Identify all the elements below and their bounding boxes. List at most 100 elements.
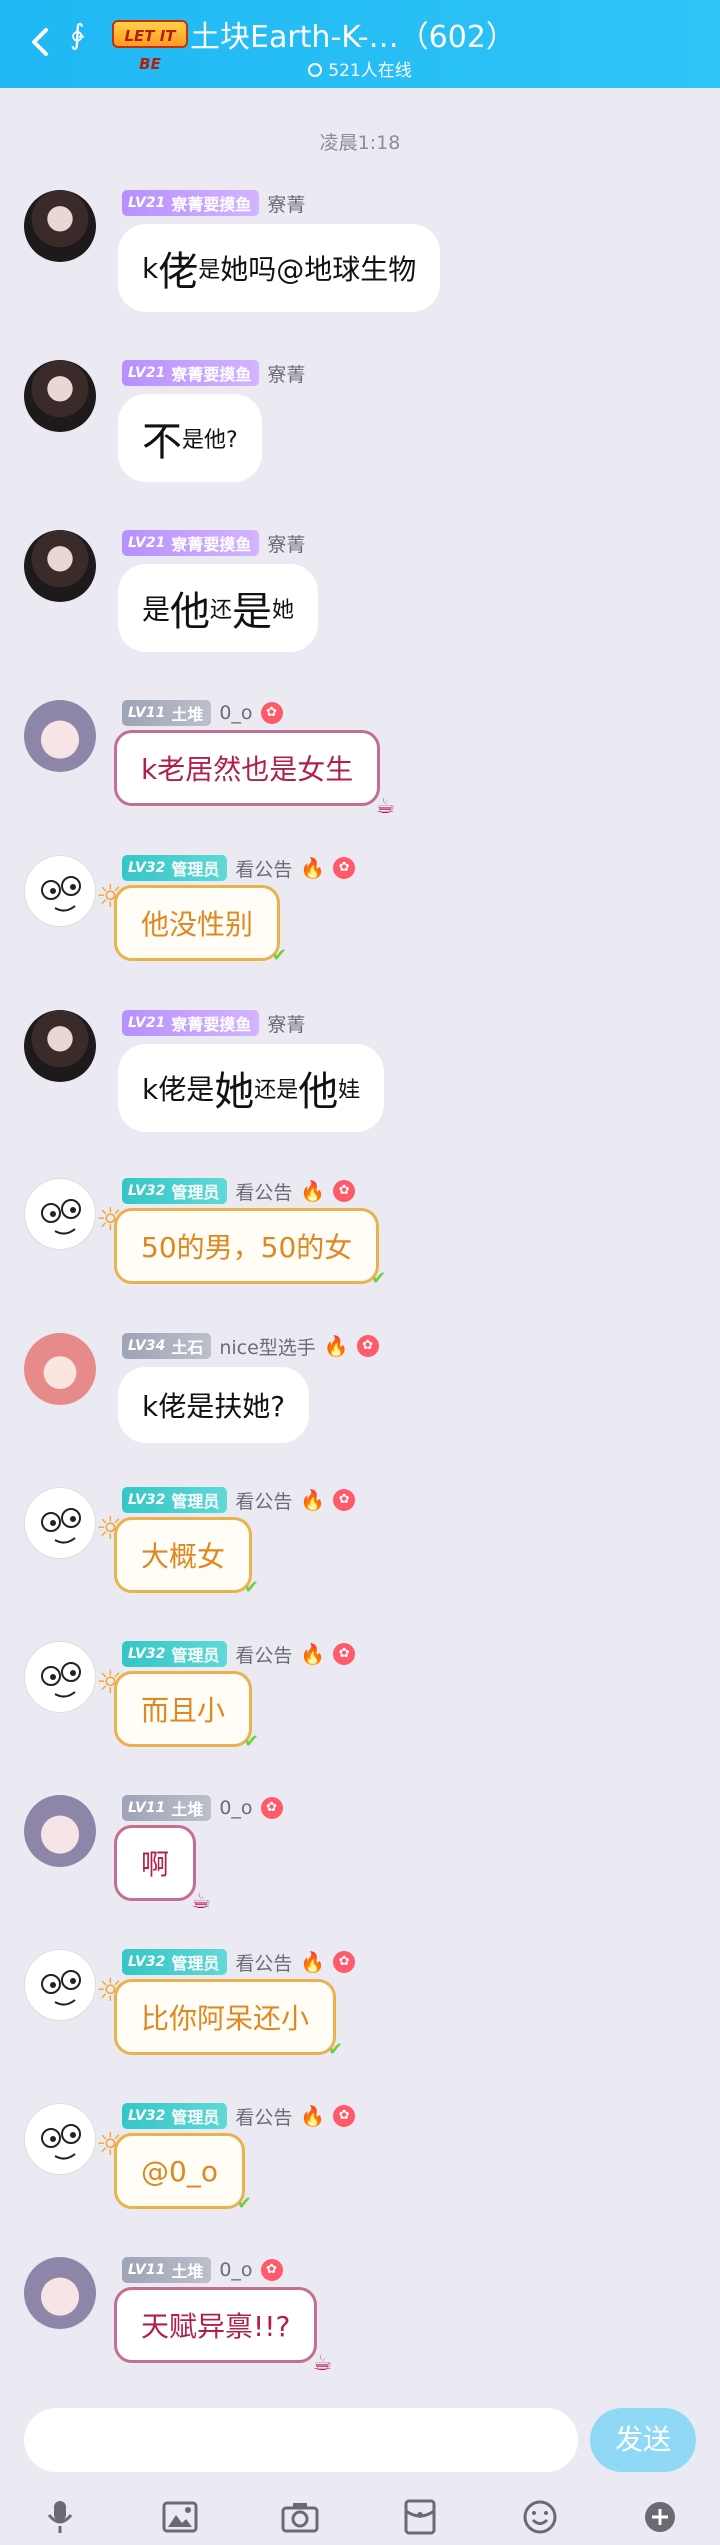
leaf-icon: ✔: [271, 945, 288, 966]
level-badge: LV34 土石: [122, 1333, 212, 1359]
sender-name[interactable]: 看公告: [235, 1487, 292, 1514]
flower-badge-icon: ✿: [260, 702, 283, 724]
level-badge: LV11 土堆: [122, 2257, 212, 2283]
sender-name[interactable]: 看公告: [235, 1949, 292, 1976]
sender-meta: LV11 土堆 0_o ✿: [122, 2257, 283, 2283]
level-badge: LV32 管理员: [122, 1641, 228, 1667]
message-bubble[interactable]: k老居然也是女生 ☕: [114, 730, 395, 819]
message-bubble[interactable]: 50的男，50的女 ✔: [114, 1208, 386, 1289]
message-bubble[interactable]: 啊 ☕: [114, 1825, 211, 1914]
leaf-icon: ✔: [371, 1268, 387, 1289]
flower-badge-icon: ✿: [333, 857, 356, 879]
teacup-icon: ☕: [191, 1889, 212, 1914]
flower-badge-icon: ✿: [260, 1797, 283, 1819]
sender-name[interactable]: 寮菁: [267, 190, 305, 217]
toolbar: [0, 2490, 720, 2544]
camera-icon[interactable]: [276, 2493, 324, 2541]
avatar[interactable]: [24, 1795, 96, 1867]
fire-icon: 🔥: [300, 1488, 326, 1512]
online-text: 521人在线: [328, 61, 412, 81]
message-bubble[interactable]: 是他还是她: [118, 564, 319, 652]
sender-name[interactable]: 看公告: [235, 1178, 292, 1205]
fire-icon: 🔥: [300, 1179, 326, 1203]
back-arrow-icon[interactable]: [22, 24, 58, 60]
group-title[interactable]: 土块Earth-K-…（602）: [190, 12, 516, 56]
avatar[interactable]: [24, 530, 96, 602]
sender-name[interactable]: 0_o: [219, 1797, 252, 1819]
avatar[interactable]: [24, 1487, 96, 1559]
level-badge: LV32 管理员: [122, 855, 228, 881]
message-bubble[interactable]: @0_o ✔: [114, 2133, 252, 2214]
fire-icon: 🔥: [300, 1950, 326, 1974]
sender-name[interactable]: 看公告: [235, 1641, 292, 1668]
flower-badge-icon: ✿: [356, 1335, 379, 1357]
mic-icon[interactable]: [36, 2493, 84, 2541]
avatar[interactable]: [24, 1010, 96, 1082]
chat-header: ∳ LET IT BE 土块Earth-K-…（602） 521人在线: [0, 0, 720, 88]
message-bubble[interactable]: 天赋异禀!!? ☕: [114, 2287, 332, 2376]
sender-name[interactable]: 看公告: [235, 2103, 292, 2130]
ear-icon[interactable]: ∳: [70, 18, 85, 51]
fire-icon: 🔥: [300, 856, 326, 880]
sender-meta: LV32 管理员 看公告 🔥 ✿: [122, 1641, 356, 1668]
timestamp: 凌晨1:18: [319, 132, 401, 154]
message-bubble[interactable]: 比你阿呆还小 ✔: [114, 1979, 343, 2060]
message-bubble[interactable]: 他没性别 ✔: [114, 885, 287, 966]
avatar[interactable]: [24, 700, 96, 772]
leaf-icon: ✔: [236, 2193, 252, 2214]
sender-name[interactable]: 寮菁: [267, 360, 305, 387]
online-count: 521人在线: [0, 56, 720, 81]
message-input[interactable]: [24, 2408, 578, 2472]
fire-icon: 🔥: [300, 2104, 326, 2128]
sender-name[interactable]: 0_o: [219, 2259, 252, 2281]
flower-badge-icon: ✿: [333, 1180, 356, 1202]
send-button[interactable]: 发送: [590, 2408, 696, 2472]
level-badge: LV32 管理员: [122, 1178, 228, 1204]
level-badge: LV32 管理员: [122, 1949, 228, 1975]
teacup-icon: ☕: [375, 794, 396, 819]
level-badge: LV21 寮菁要摸鱼: [122, 1010, 260, 1036]
sender-name[interactable]: 寮菁: [267, 530, 305, 557]
message-bubble[interactable]: k佬是她还是他娃: [118, 1044, 385, 1132]
avatar[interactable]: [24, 360, 96, 432]
avatar[interactable]: [24, 1333, 96, 1405]
sender-name[interactable]: 寮菁: [267, 1010, 305, 1037]
flower-badge-icon: ✿: [333, 2105, 356, 2127]
sender-meta: LV11 土堆 0_o ✿: [122, 700, 283, 726]
sender-meta: LV32 管理员 看公告 🔥 ✿: [122, 1178, 356, 1205]
leaf-icon: ✔: [243, 1577, 260, 1598]
level-badge: LV32 管理员: [122, 1487, 228, 1513]
sender-name[interactable]: 看公告: [235, 855, 292, 882]
leaf-icon: ✔: [327, 2039, 344, 2060]
sender-name[interactable]: nice型选手: [219, 1333, 315, 1360]
image-icon[interactable]: [156, 2493, 204, 2541]
avatar[interactable]: [24, 1178, 96, 1250]
message-bubble[interactable]: k 佬是她吗@地球生物: [118, 224, 441, 312]
input-area: 发送: [0, 2390, 720, 2545]
sender-meta: LV32 管理员 看公告 🔥 ✿: [122, 2103, 356, 2130]
message-bubble[interactable]: 不是他?: [118, 394, 262, 482]
fire-icon: 🔥: [300, 1642, 326, 1666]
message-bubble[interactable]: 大概女 ✔: [114, 1517, 259, 1598]
avatar[interactable]: [24, 1949, 96, 2021]
message-bubble[interactable]: 而且小 ✔: [114, 1671, 259, 1752]
emoji-icon[interactable]: [516, 2493, 564, 2541]
red-packet-icon[interactable]: [396, 2493, 444, 2541]
flower-badge-icon: ✿: [333, 1951, 356, 1973]
plus-icon[interactable]: [636, 2493, 684, 2541]
level-badge: LV21 寮菁要摸鱼: [122, 530, 260, 556]
avatar[interactable]: [24, 2257, 96, 2329]
flower-badge-icon: ✿: [260, 2259, 283, 2281]
group-logo: LET IT BE: [112, 20, 188, 73]
avatar[interactable]: [24, 1641, 96, 1713]
sender-meta: LV21 寮菁要摸鱼 寮菁: [122, 190, 305, 216]
avatar[interactable]: [24, 190, 96, 262]
avatar[interactable]: [24, 855, 96, 927]
avatar[interactable]: [24, 2103, 96, 2175]
sender-meta: LV32 管理员 看公告 🔥 ✿: [122, 855, 356, 882]
level-badge: LV21 寮菁要摸鱼: [122, 190, 260, 216]
sender-meta: LV21 寮菁要摸鱼 寮菁: [122, 1010, 305, 1036]
message-bubble[interactable]: k佬是扶她?: [118, 1367, 310, 1443]
sender-meta: LV21 寮菁要摸鱼 寮菁: [122, 360, 305, 386]
sender-name[interactable]: 0_o: [219, 702, 252, 724]
